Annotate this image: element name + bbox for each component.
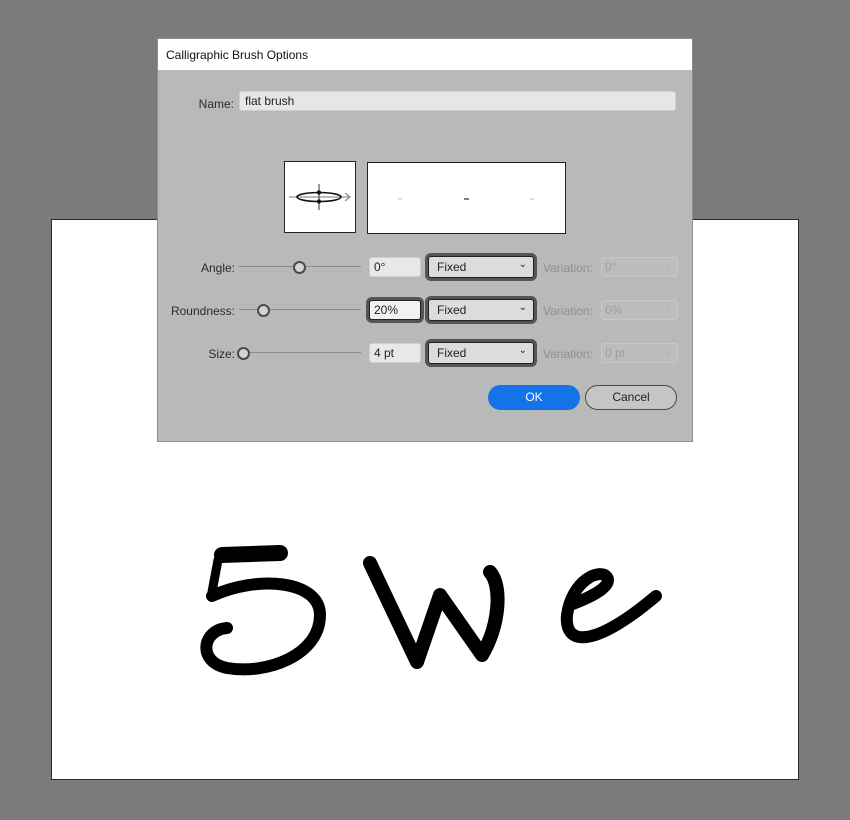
roundness-mode-select[interactable]: Fixed ⌄: [428, 299, 534, 321]
brush-shape-preview-icon: [289, 184, 351, 210]
cancel-button[interactable]: Cancel: [585, 385, 677, 410]
glyph-5: [214, 545, 288, 563]
size-slider[interactable]: [236, 346, 361, 360]
slider-knob[interactable]: [236, 347, 250, 360]
roundness-label: Roundness:: [170, 304, 235, 318]
slider-track: [239, 352, 361, 353]
chevron-down-icon: ⌄: [518, 302, 527, 313]
brush-stroke-preview: [367, 162, 566, 234]
variation-value: 0 pt: [605, 346, 626, 360]
ok-button[interactable]: OK: [488, 385, 580, 410]
brush-shape-preview[interactable]: [284, 161, 356, 233]
chevron-down-icon: ⌄: [518, 345, 527, 356]
name-field[interactable]: flat brush: [239, 91, 676, 111]
variation-label: Variation:: [543, 261, 593, 275]
angle-mode-select[interactable]: Fixed ⌄: [428, 256, 534, 278]
glyph-5-bowl: [200, 577, 326, 676]
select-value: Fixed: [437, 346, 467, 360]
variation-value: 0°: [605, 260, 617, 274]
glyph-w: [363, 556, 505, 669]
size-field[interactable]: 4 pt: [369, 343, 421, 363]
angle-variation-field: 0° ›: [601, 257, 678, 277]
angle-field[interactable]: 0°: [369, 257, 421, 277]
size-label: Size:: [208, 347, 235, 361]
glyph-5-stem: [207, 555, 223, 597]
variation-value: 0%: [605, 303, 623, 317]
chevron-right-icon: ›: [666, 261, 670, 272]
variation-label: Variation:: [543, 304, 593, 318]
roundness-variation-field: 0% ›: [601, 300, 678, 320]
roundness-slider[interactable]: [239, 303, 361, 317]
title-bar[interactable]: Calligraphic Brush Options: [158, 39, 692, 70]
name-label: Name:: [198, 97, 234, 111]
glyph-e: [560, 568, 662, 644]
chevron-down-icon: ⌄: [518, 259, 527, 270]
angle-label: Angle:: [200, 261, 235, 275]
slider-knob[interactable]: [292, 261, 306, 274]
variation-label: Variation:: [543, 347, 593, 361]
chevron-right-icon: ›: [666, 304, 670, 315]
chevron-right-icon: ›: [666, 347, 670, 358]
angle-slider[interactable]: [239, 260, 361, 274]
stroke-preview-marks: [398, 198, 534, 200]
size-mode-select[interactable]: Fixed ⌄: [428, 342, 534, 364]
size-variation-field: 0 pt ›: [601, 343, 678, 363]
roundness-field[interactable]: 20%: [369, 300, 421, 320]
select-value: Fixed: [437, 260, 467, 274]
calligraphic-brush-options-dialog: Calligraphic Brush Options Name: flat br…: [157, 38, 693, 442]
slider-knob[interactable]: [257, 304, 271, 317]
dialog-title: Calligraphic Brush Options: [166, 48, 309, 62]
select-value: Fixed: [437, 303, 467, 317]
